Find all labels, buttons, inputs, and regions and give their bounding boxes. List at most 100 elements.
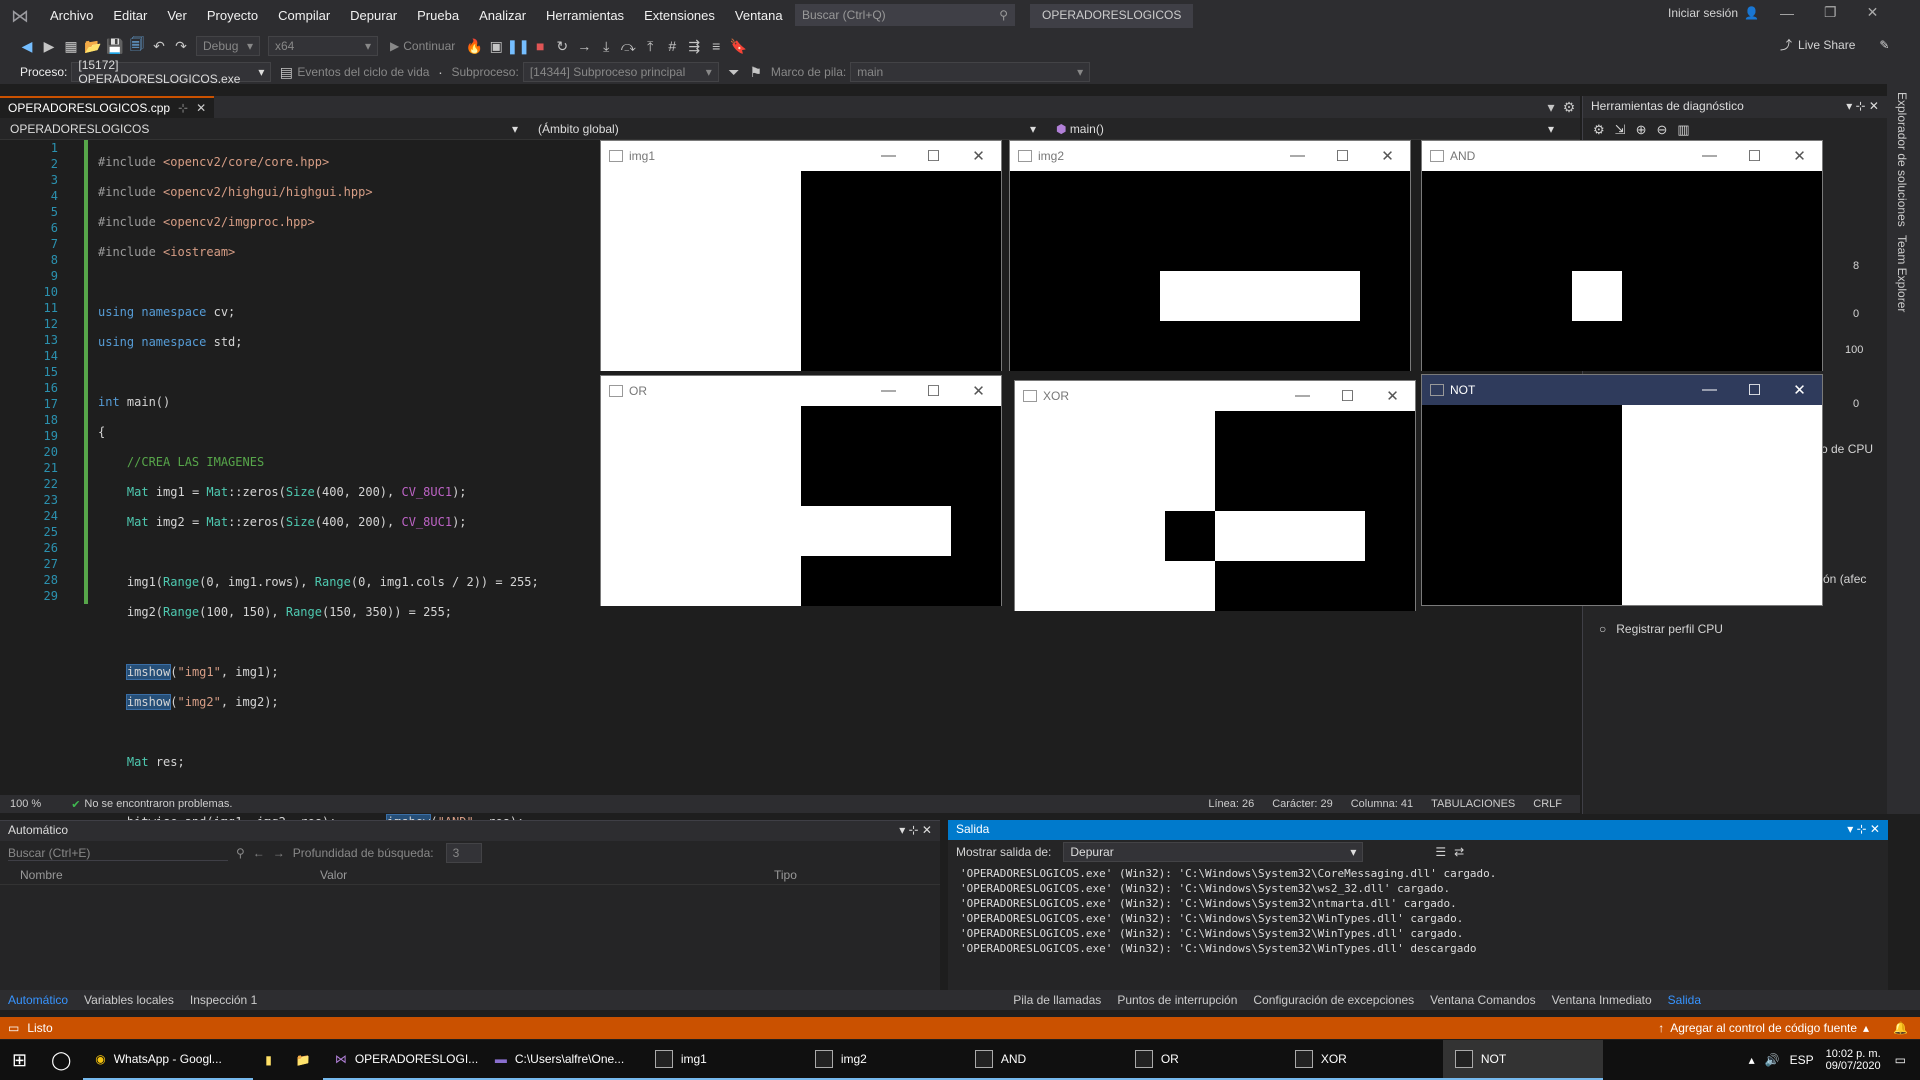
windows-start-icon[interactable]: ⊞ — [0, 1040, 39, 1080]
zoom-level[interactable]: 100 % — [10, 798, 41, 810]
liveshare-button[interactable]: ⤴ Live Share ✎ — [1780, 36, 1889, 53]
save-all-icon[interactable]: 🗐 — [126, 35, 148, 57]
events-icon[interactable]: ▤ — [275, 61, 297, 83]
show-next-statement-icon[interactable]: → — [573, 35, 595, 57]
minimize-icon[interactable]: — — [866, 382, 911, 400]
window-and[interactable]: AND — ☐ ✕ — [1421, 140, 1823, 371]
maximize-icon[interactable]: ☐ — [1732, 147, 1777, 165]
autos-search-input[interactable]: Buscar (Ctrl+E) — [8, 846, 228, 861]
bookmark-icon[interactable]: 🔖 — [727, 35, 749, 57]
menu-ver[interactable]: Ver — [157, 0, 197, 32]
team-explorer-tab[interactable]: Team Explorer — [1895, 235, 1909, 312]
clock[interactable]: 10:02 p. m. 09/07/2020 — [1826, 1048, 1881, 1072]
panel-controls-icon[interactable]: ▾ ⊹ ✕ — [899, 823, 932, 839]
back-icon[interactable]: ◀ — [16, 35, 38, 57]
platform-dropdown[interactable]: x64 ▾ — [268, 36, 378, 56]
minimize-icon[interactable]: — — [1687, 147, 1732, 165]
action-center-icon[interactable]: ▭ — [1895, 1053, 1906, 1067]
menu-depurar[interactable]: Depurar — [340, 0, 407, 32]
clear-icon[interactable]: ⇄ — [1454, 845, 1464, 859]
pin-icon[interactable]: ⊹ — [178, 101, 188, 115]
filter-icon[interactable]: ⏷ — [723, 61, 745, 83]
solution-explorer-tab[interactable]: Explorador de soluciones — [1895, 92, 1909, 227]
menu-editar[interactable]: Editar — [103, 0, 157, 32]
search-box[interactable]: Buscar (Ctrl+Q) ⚲ — [795, 4, 1015, 26]
panel-controls-icon[interactable]: ▾ ⊹ ✕ — [1846, 99, 1879, 115]
close-icon[interactable]: ✕ — [956, 147, 1001, 165]
record-cpu-profile[interactable]: ○ Registrar perfil CPU — [1599, 622, 1723, 636]
tab-inspeccion-1[interactable]: Inspección 1 — [182, 991, 265, 1009]
thread-dropdown[interactable]: [14344] Subproceso principal ▾ — [522, 62, 719, 82]
taskbar-and[interactable]: AND — [962, 1040, 1123, 1080]
continue-button[interactable]: ▶ Continuar — [390, 39, 455, 53]
taskbar-file-explorer[interactable]: 📁 — [284, 1040, 323, 1080]
tab-ventana-inmediato[interactable]: Ventana Inmediato — [1544, 991, 1660, 1009]
taskbar-img2[interactable]: img2 — [802, 1040, 963, 1080]
step-into-icon[interactable]: ⤓ — [595, 35, 617, 57]
taskbar-not[interactable]: NOT — [1442, 1040, 1603, 1080]
tab-automatico[interactable]: Automático — [0, 991, 76, 1009]
col-name[interactable]: Nombre — [20, 868, 320, 882]
maximize-icon[interactable]: ☐ — [911, 147, 956, 165]
window-or[interactable]: OR — ☐ ✕ — [600, 375, 1002, 606]
output-source-dropdown[interactable]: Depurar ▾ — [1063, 842, 1364, 862]
window-xor[interactable]: XOR — ☐ ✕ — [1014, 380, 1416, 611]
menu-proyecto[interactable]: Proyecto — [197, 0, 268, 32]
menu-herramientas[interactable]: Herramientas — [536, 0, 634, 32]
arrow-left-icon[interactable]: ← — [253, 846, 265, 860]
depth-dropdown[interactable]: 3 — [445, 843, 482, 863]
project-scope-dropdown[interactable]: OPERADORESLOGICOS ▾ — [4, 118, 524, 139]
process-dropdown[interactable]: [15172] OPERADORESLOGICOS.exe ▾ — [71, 58, 272, 86]
close-icon[interactable]: ✕ — [1365, 147, 1410, 165]
source-control-button[interactable]: ↑ Agregar al control de código fuente ▴ — [1658, 1021, 1869, 1035]
config-dropdown[interactable]: Debug ▾ — [196, 36, 260, 56]
stack-dropdown[interactable]: main ▾ — [850, 62, 1091, 82]
threads-icon[interactable]: ⇶ — [683, 35, 705, 57]
tab-config-excepciones[interactable]: Configuración de excepciones — [1245, 991, 1422, 1009]
screenshot-icon[interactable]: ▣ — [485, 35, 507, 57]
col-value[interactable]: Valor — [320, 868, 774, 882]
word-wrap-icon[interactable]: ☰ — [1435, 845, 1446, 859]
maximize-icon[interactable]: ☐ — [1320, 147, 1365, 165]
feedback-icon[interactable]: ✎ — [1879, 38, 1889, 52]
taskbar-whatsapp[interactable]: ◉ WhatsApp - Googl... — [83, 1040, 254, 1080]
minimize-icon[interactable]: — — [1687, 381, 1732, 399]
problems-status[interactable]: No se encontraron problemas. — [84, 798, 232, 810]
taskbar-or[interactable]: OR — [1122, 1040, 1283, 1080]
col-type[interactable]: Tipo — [774, 868, 797, 882]
export-icon[interactable]: ⇲ — [1615, 122, 1626, 138]
minimize-icon[interactable]: — — [866, 147, 911, 165]
arrow-right-icon[interactable]: → — [273, 846, 285, 860]
volume-icon[interactable]: 🔊 — [1765, 1053, 1780, 1067]
input-language[interactable]: ESP — [1790, 1053, 1814, 1067]
output-text[interactable]: 'OPERADORESLOGICOS.exe' (Win32): 'C:\Win… — [948, 864, 1888, 958]
events-label[interactable]: Eventos del ciclo de vida — [297, 65, 429, 79]
close-icon[interactable]: ✕ — [196, 101, 206, 115]
taskbar-xor[interactable]: XOR — [1282, 1040, 1443, 1080]
gear-icon[interactable]: ⚙ — [1593, 122, 1605, 138]
menu-analizar[interactable]: Analizar — [469, 0, 536, 32]
minimize-icon[interactable]: — — [1780, 5, 1794, 21]
maximize-icon[interactable]: ☐ — [911, 382, 956, 400]
window-not[interactable]: NOT — ☐ ✕ — [1421, 374, 1823, 606]
close-icon[interactable]: ✕ — [1777, 381, 1822, 399]
menu-ventana[interactable]: Ventana — [725, 0, 793, 32]
tab-pila-llamadas[interactable]: Pila de llamadas — [1005, 991, 1109, 1009]
tab-salida[interactable]: Salida — [1660, 991, 1709, 1009]
global-scope-dropdown[interactable]: (Ámbito global) ▾ — [532, 118, 1042, 139]
maximize-icon[interactable]: ☐ — [1732, 381, 1777, 399]
minimize-icon[interactable]: — — [1275, 147, 1320, 165]
hot-reload-icon[interactable]: 🔥 — [463, 35, 485, 57]
zoom-out-icon[interactable]: ⊖ — [1656, 122, 1667, 138]
tray-chevron-up-icon[interactable]: ▴ — [1749, 1053, 1755, 1067]
restart-icon[interactable]: ↻ — [551, 35, 573, 57]
undo-icon[interactable]: ↶ — [148, 35, 170, 57]
minimize-icon[interactable]: — — [1280, 387, 1325, 405]
open-icon[interactable]: 📂 — [82, 35, 104, 57]
maximize-icon[interactable]: ☐ — [1325, 387, 1370, 405]
tab-puntos-interrupcion[interactable]: Puntos de interrupción — [1109, 991, 1245, 1009]
cpu-tab-label[interactable]: o de CPU — [1821, 442, 1873, 456]
zoom-in-icon[interactable]: ⊕ — [1636, 122, 1647, 138]
tab-operadoreslogicos-cpp[interactable]: OPERADORESLOGICOS.cpp ⊹ ✕ — [0, 96, 215, 118]
menu-compilar[interactable]: Compilar — [268, 0, 340, 32]
